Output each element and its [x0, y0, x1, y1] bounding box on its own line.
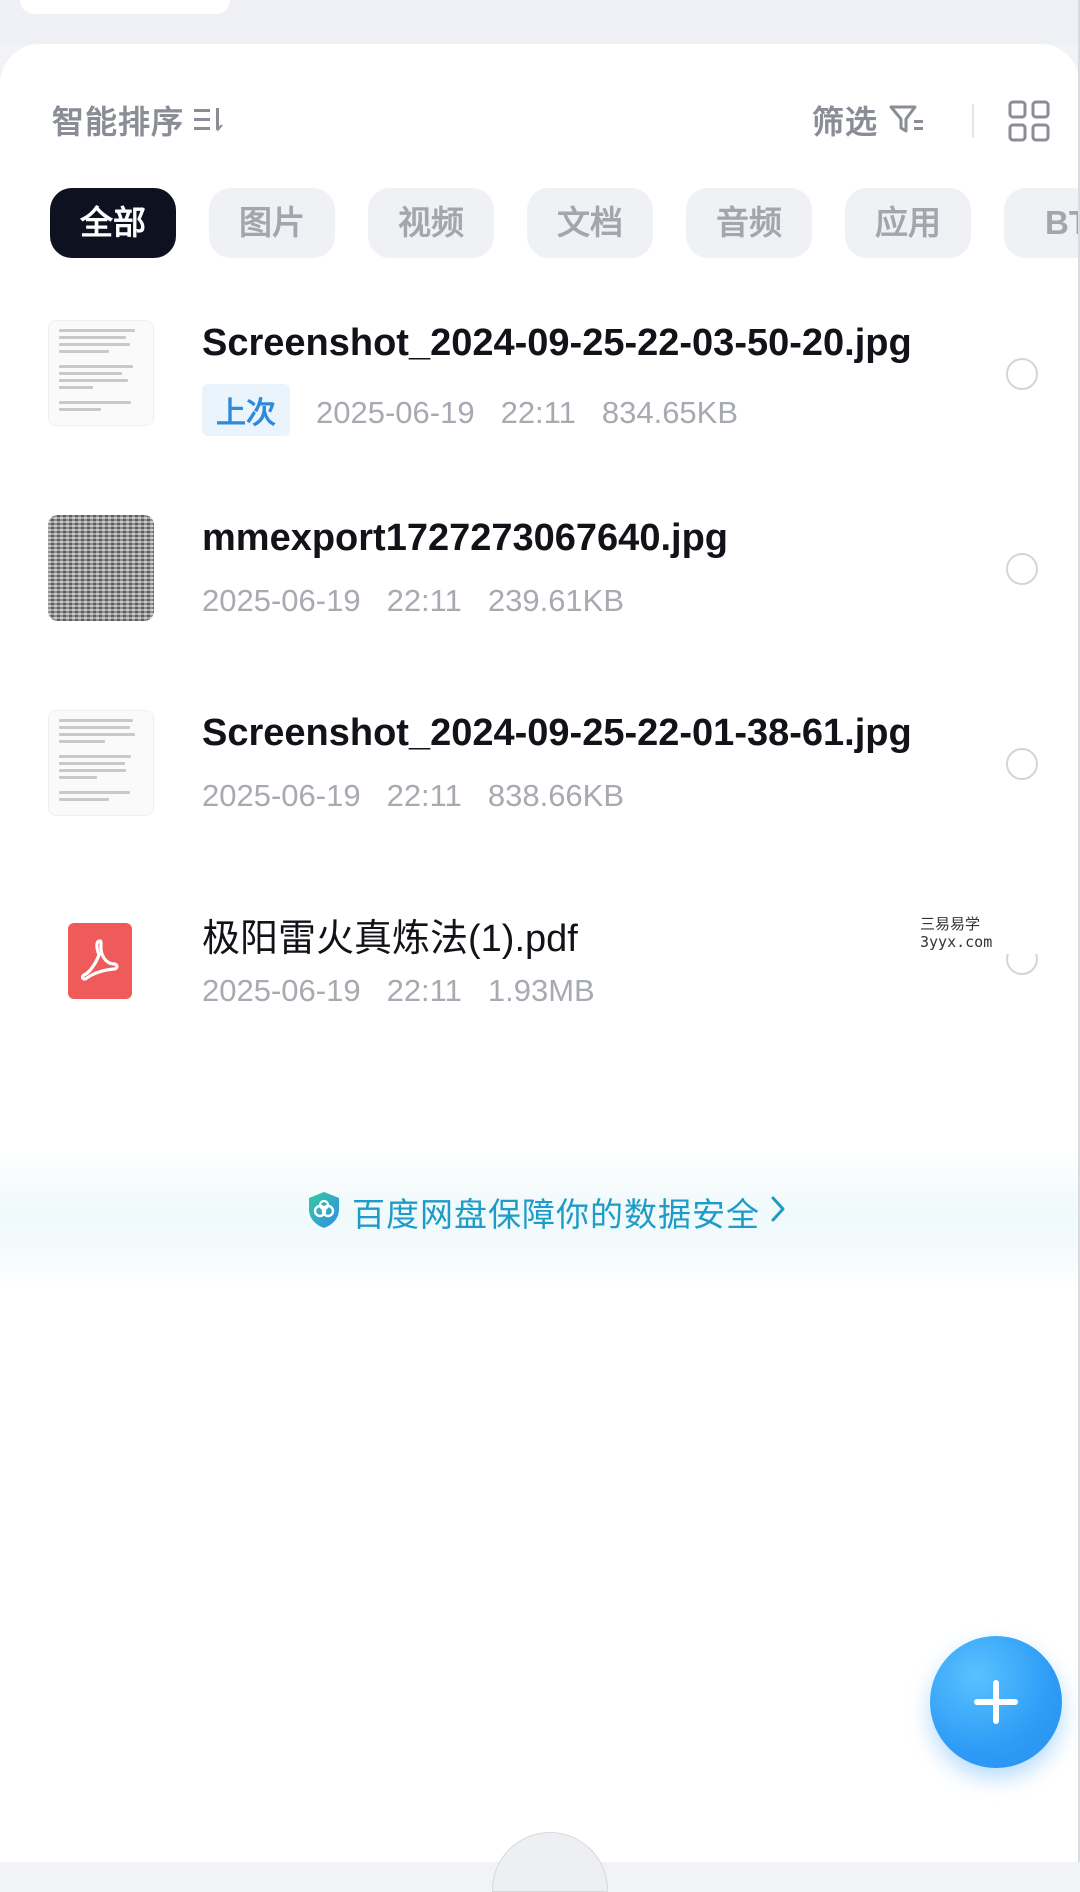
file-row[interactable]: Screenshot_2024-09-25-22-01-38-61.jpg 20…: [0, 690, 1080, 850]
file-name: Screenshot_2024-09-25-22-01-38-61.jpg: [202, 712, 912, 754]
tab-images[interactable]: 图片: [209, 188, 335, 258]
file-thumbnail: [48, 515, 154, 621]
file-size: 838.66KB: [487, 778, 625, 813]
top-strip: [0, 0, 1080, 44]
file-date: 2025-06-19: [202, 973, 361, 1008]
security-text: 百度网盘保障你的数据安全: [352, 1196, 760, 1233]
file-name: 极阳雷火真炼法(1).pdf: [202, 918, 578, 960]
file-thumbnail: [48, 320, 154, 426]
file-time: 22:11: [386, 778, 462, 813]
tab-apps[interactable]: 应用: [845, 188, 971, 258]
filter-icon: [888, 103, 926, 137]
category-tabs: 全部 图片 视频 文档 音频 应用 BT: [50, 188, 1080, 260]
file-date: 2025-06-19: [202, 583, 361, 618]
file-name: mmexport1727273067640.jpg: [202, 517, 728, 559]
shield-icon: [306, 1190, 342, 1235]
select-radio[interactable]: [1006, 358, 1038, 390]
file-date: 2025-06-19: [316, 395, 475, 430]
watermark-line2: 3yyx.com: [920, 933, 993, 951]
tab-audio[interactable]: 音频: [686, 188, 812, 258]
file-thumbnail: [48, 710, 154, 816]
file-meta: 2025-06-19 22:11 1.93MB: [202, 973, 621, 1009]
file-row[interactable]: Screenshot_2024-09-25-22-03-50-20.jpg 上次…: [0, 300, 1080, 460]
file-time: 22:11: [500, 395, 576, 430]
add-button[interactable]: [930, 1636, 1062, 1768]
filter-button[interactable]: 筛选: [812, 95, 926, 145]
sort-button[interactable]: 智能排序: [52, 95, 228, 145]
pdf-icon: [68, 923, 132, 999]
tab-documents[interactable]: 文档: [527, 188, 653, 258]
watermark-line1: 三易易学: [920, 915, 981, 933]
tab-videos[interactable]: 视频: [368, 188, 494, 258]
file-row[interactable]: mmexport1727273067640.jpg 2025-06-19 22:1…: [0, 495, 1080, 655]
file-time: 22:11: [386, 583, 462, 618]
status-pill: [20, 0, 230, 14]
last-opened-badge: 上次: [202, 384, 290, 436]
file-meta: 上次 2025-06-19 22:11 834.65KB: [202, 384, 764, 436]
grid-view-icon[interactable]: [1008, 100, 1050, 142]
toolbar-divider: [972, 104, 974, 138]
file-date: 2025-06-19: [202, 778, 361, 813]
tab-all[interactable]: 全部: [50, 188, 176, 258]
file-size: 1.93MB: [487, 973, 595, 1008]
select-radio[interactable]: [1006, 748, 1038, 780]
file-time: 22:11: [386, 973, 462, 1008]
select-radio[interactable]: [1006, 553, 1038, 585]
sort-label: 智能排序: [52, 104, 185, 140]
file-meta: 2025-06-19 22:11 239.61KB: [202, 583, 650, 619]
sort-icon: [192, 105, 228, 135]
plus-icon: [974, 1680, 1018, 1724]
chevron-right-icon: [770, 1193, 786, 1232]
watermark: 三易易学 3yyx.com: [820, 906, 1080, 954]
file-size: 834.65KB: [601, 395, 739, 430]
tab-bt[interactable]: BT: [1004, 188, 1080, 258]
security-banner: 百度网盘保障你的数据安全: [0, 1150, 1080, 1290]
file-size: 239.61KB: [487, 583, 625, 618]
filter-label: 筛选: [812, 104, 879, 140]
security-link[interactable]: 百度网盘保障你的数据安全: [306, 1190, 786, 1234]
file-name: Screenshot_2024-09-25-22-03-50-20.jpg: [202, 322, 912, 364]
file-meta: 2025-06-19 22:11 838.66KB: [202, 778, 650, 814]
